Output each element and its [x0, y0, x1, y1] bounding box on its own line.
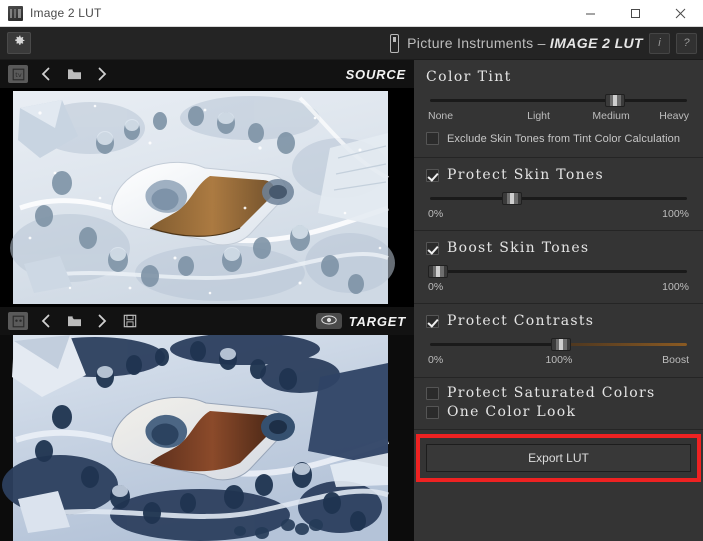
protect-contrasts-checkbox[interactable]	[426, 314, 439, 328]
slider-handle[interactable]	[605, 94, 626, 107]
target-image-preview[interactable]	[0, 335, 414, 541]
settings-button[interactable]	[7, 32, 31, 54]
info-button[interactable]: i	[649, 32, 670, 54]
tick-light: Light	[527, 110, 550, 122]
close-button[interactable]	[658, 0, 703, 27]
color-tint-ticks: None Light Medium Heavy	[428, 110, 689, 123]
maximize-button[interactable]	[613, 0, 658, 27]
tick-min: 0%	[428, 354, 444, 366]
target-preview-toggle[interactable]	[315, 312, 342, 330]
protect-contrasts-label: Protect Contrasts	[447, 313, 595, 329]
slider-track	[430, 197, 687, 200]
protect-saturated-colors-checkbox[interactable]	[426, 386, 439, 400]
picture-instruments-logo-icon	[390, 33, 400, 53]
one-color-look-checkbox[interactable]	[426, 405, 439, 419]
tick-min: 0%	[428, 281, 444, 293]
source-next-image-button[interactable]	[92, 65, 112, 83]
source-previous-image-button[interactable]	[36, 65, 56, 83]
export-lut-button[interactable]: Export LUT	[426, 444, 691, 472]
svg-text:tv: tv	[15, 70, 22, 78]
app-header-bar: Picture Instruments – IMAGE 2 LUT i ?	[0, 27, 703, 60]
target-next-image-button[interactable]	[92, 312, 112, 330]
protect-contrasts-row[interactable]: Protect Contrasts	[426, 313, 691, 329]
tick-max: 100%	[662, 281, 689, 293]
boost-skin-tones-checkbox[interactable]	[426, 241, 439, 255]
brand-area: Picture Instruments – IMAGE 2 LUT i ?	[390, 32, 703, 54]
slider-handle[interactable]	[551, 338, 572, 351]
target-screenshot-capture-button[interactable]	[8, 312, 28, 330]
slider-handle[interactable]	[427, 265, 448, 278]
exclude-skin-tones-row[interactable]: Exclude Skin Tones from Tint Color Calcu…	[426, 132, 691, 145]
brand-title: Picture Instruments – IMAGE 2 LUT	[407, 35, 643, 51]
gear-icon	[13, 34, 26, 52]
tick-max: 100%	[662, 208, 689, 220]
tick-max: Boost	[662, 354, 689, 366]
protect-contrasts-ticks: 0% 100% Boost	[428, 354, 689, 367]
section-color-tint: Color Tint None Light Medium Heavy Exclu…	[414, 60, 703, 158]
target-save-image-button[interactable]	[120, 312, 140, 330]
boost-skin-tones-row[interactable]: Boost Skin Tones	[426, 240, 691, 256]
slider-track	[430, 99, 687, 102]
exclude-skin-tones-checkbox[interactable]	[426, 132, 439, 145]
boost-skin-tones-ticks: 0% 100%	[428, 281, 689, 293]
protect-contrasts-slider[interactable]	[430, 338, 687, 352]
color-tint-title: Color Tint	[426, 69, 512, 85]
target-open-folder-button[interactable]	[64, 312, 84, 330]
color-tint-slider[interactable]	[430, 94, 687, 108]
app-icon	[8, 5, 23, 21]
target-previous-image-button[interactable]	[36, 312, 56, 330]
protect-skin-tones-slider[interactable]	[430, 192, 687, 206]
one-color-look-label: One Color Look	[447, 404, 577, 420]
source-image-preview[interactable]	[0, 88, 414, 307]
boost-skin-tones-label: Boost Skin Tones	[447, 240, 590, 256]
protect-skin-tones-label: Protect Skin Tones	[447, 167, 604, 183]
help-button[interactable]: ?	[676, 32, 697, 54]
section-protect-skin-tones: Protect Skin Tones 0% 100%	[414, 158, 703, 231]
protect-saturated-colors-label: Protect Saturated Colors	[447, 385, 656, 401]
target-panel-label: TARGET	[348, 313, 406, 329]
brand-company: Picture Instruments –	[407, 35, 550, 51]
source-open-folder-button[interactable]	[64, 65, 84, 83]
controls-panel: Color Tint None Light Medium Heavy Exclu…	[414, 60, 703, 541]
exclude-skin-tones-label: Exclude Skin Tones from Tint Color Calcu…	[447, 132, 681, 145]
protect-skin-tones-checkbox[interactable]	[426, 168, 439, 182]
tick-min: 0%	[428, 208, 444, 220]
image-preview-column: tv SOURCE TARGET	[0, 60, 414, 541]
target-toolbar: TARGET	[0, 307, 414, 335]
app-window: Image 2 LUT Picture Instruments – IMAGE …	[0, 0, 703, 541]
section-protect-contrasts: Protect Contrasts 0% 100% Boost	[414, 304, 703, 378]
section-extra-options: Protect Saturated Colors One Color Look	[414, 378, 703, 430]
export-highlight-box: Export LUT	[416, 434, 701, 482]
tick-medium: Medium	[592, 110, 630, 122]
eye-icon	[320, 312, 337, 330]
source-screenshot-capture-button[interactable]: tv	[8, 65, 28, 83]
tick-mid: 100%	[545, 354, 573, 366]
tick-heavy: Heavy	[659, 110, 689, 122]
slider-track	[430, 270, 687, 273]
minimize-button[interactable]	[568, 0, 613, 27]
slider-track-boost-range	[561, 343, 687, 346]
window-title: Image 2 LUT	[30, 6, 102, 20]
window-controls	[568, 0, 703, 27]
brand-product: IMAGE 2 LUT	[549, 35, 643, 51]
protect-saturated-colors-row[interactable]: Protect Saturated Colors	[426, 385, 691, 401]
window-title-bar: Image 2 LUT	[0, 0, 703, 27]
section-export: Export LUT	[414, 434, 703, 482]
boost-skin-tones-slider[interactable]	[427, 265, 687, 279]
slider-handle[interactable]	[502, 192, 523, 205]
source-toolbar: tv SOURCE	[0, 60, 414, 88]
tick-none: None	[428, 110, 454, 122]
one-color-look-row[interactable]: One Color Look	[426, 404, 691, 420]
source-panel-label: SOURCE	[345, 66, 406, 82]
protect-skin-tones-row[interactable]: Protect Skin Tones	[426, 167, 691, 183]
protect-skin-tones-ticks: 0% 100%	[428, 208, 689, 220]
section-boost-skin-tones: Boost Skin Tones 0% 100%	[414, 231, 703, 304]
